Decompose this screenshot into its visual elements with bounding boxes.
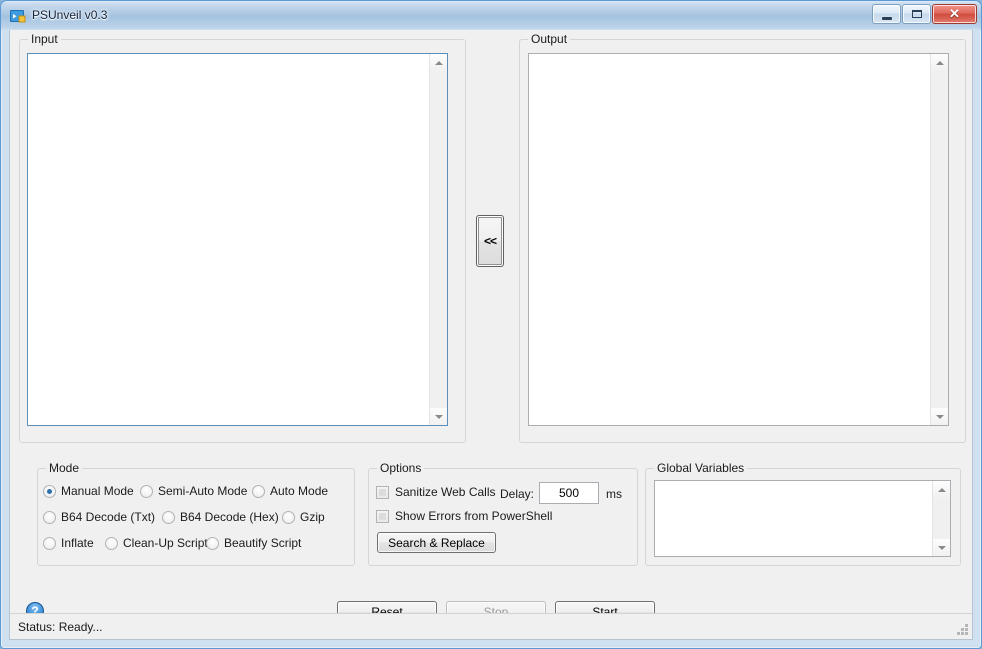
mode-radio-inflate[interactable]: Inflate <box>43 536 94 550</box>
mode-radio-label: Gzip <box>300 510 325 524</box>
radio-icon <box>43 510 56 524</box>
option-show-errors-from-powershell[interactable]: Show Errors from PowerShell <box>376 509 552 523</box>
mode-radio-label: Auto Mode <box>270 484 329 498</box>
search-replace-label: Search & Replace <box>388 535 485 550</box>
global-variables-textarea[interactable] <box>654 480 951 557</box>
radio-icon <box>162 510 175 524</box>
global-variables-scroll-up-button[interactable] <box>933 481 950 498</box>
mode-radio-label: B64 Decode (Txt) <box>61 510 156 524</box>
delay-input[interactable]: 500 <box>539 482 599 504</box>
transfer-left-button[interactable]: << <box>476 215 504 267</box>
input-textarea[interactable] <box>27 53 448 426</box>
output-text-content[interactable] <box>529 54 931 425</box>
input-scrollbar-track[interactable] <box>430 71 447 408</box>
scroll-down-arrow-icon <box>937 545 946 550</box>
radio-icon <box>252 484 265 498</box>
input-group-label: Input <box>28 32 61 46</box>
status-text: Status: Ready... <box>18 620 103 634</box>
resize-grip-icon[interactable] <box>956 623 969 636</box>
window-title: PSUnveil v0.3 <box>32 8 108 22</box>
global-variables-scrollbar-track[interactable] <box>933 498 950 539</box>
output-group-label: Output <box>528 32 571 46</box>
close-button[interactable]: ✕ <box>932 4 977 24</box>
scroll-up-arrow-icon <box>434 60 443 65</box>
checkbox-icon <box>376 485 389 499</box>
input-scrollbar[interactable] <box>429 54 447 425</box>
mode-radio-b64-decode-hex[interactable]: B64 Decode (Hex) <box>162 510 279 524</box>
global-variables-scroll-down-button[interactable] <box>933 539 950 556</box>
status-bar: Status: Ready... <box>10 613 972 639</box>
mode-radio-beautify-script[interactable]: Beautify Script <box>206 536 301 550</box>
app-icon <box>10 8 26 24</box>
psunveil-window: PSUnveil v0.3 ✕ Input << Output Mode Man… <box>0 0 982 649</box>
radio-icon <box>282 510 295 524</box>
scroll-up-arrow-icon <box>937 487 946 492</box>
output-scroll-down-button[interactable] <box>931 408 948 425</box>
mode-radio-label: Manual Mode <box>61 484 134 498</box>
input-scroll-down-button[interactable] <box>430 408 447 425</box>
close-icon: ✕ <box>949 6 960 21</box>
mode-radio-semi-auto-mode[interactable]: Semi-Auto Mode <box>140 484 247 498</box>
mode-radio-manual-mode[interactable]: Manual Mode <box>43 484 134 498</box>
option-sanitize-web-calls[interactable]: Sanitize Web Calls <box>376 485 496 499</box>
mode-radio-label: Beautify Script <box>224 536 302 550</box>
options-group-label: Options <box>377 461 425 475</box>
minimize-button[interactable] <box>872 4 901 24</box>
input-scroll-up-button[interactable] <box>430 54 447 71</box>
search-replace-button[interactable]: Search & Replace <box>377 532 496 553</box>
maximize-button[interactable] <box>902 4 931 24</box>
mode-radio-label: Inflate <box>61 536 94 550</box>
delay-label: Delay: <box>500 487 535 501</box>
radio-icon <box>206 536 219 550</box>
mode-radio-clean-up-script[interactable]: Clean-Up Script <box>105 536 208 550</box>
radio-icon <box>43 536 56 550</box>
mode-radio-label: Semi-Auto Mode <box>158 484 248 498</box>
radio-icon <box>140 484 153 498</box>
checkbox-icon <box>376 509 389 523</box>
window-controls: ✕ <box>872 4 977 24</box>
scroll-down-arrow-icon <box>935 414 944 419</box>
option-label: Show Errors from PowerShell <box>395 509 553 523</box>
global-variables-group-label: Global Variables <box>654 461 748 475</box>
client-area: Input << Output Mode Manual Mode Semi-Au… <box>9 30 973 640</box>
transfer-left-label: << <box>483 234 497 248</box>
option-label: Sanitize Web Calls <box>395 485 496 499</box>
title-bar[interactable]: PSUnveil v0.3 ✕ <box>1 1 981 30</box>
mode-radio-b64-decode-txt[interactable]: B64 Decode (Txt) <box>43 510 155 524</box>
output-scrollbar-track[interactable] <box>931 71 948 408</box>
delay-unit-label: ms <box>606 487 622 501</box>
scroll-down-arrow-icon <box>434 414 443 419</box>
global-variables-scrollbar[interactable] <box>932 481 950 556</box>
radio-icon <box>105 536 118 550</box>
mode-radio-auto-mode[interactable]: Auto Mode <box>252 484 328 498</box>
global-variables-text-content[interactable] <box>655 481 933 556</box>
output-scrollbar[interactable] <box>930 54 948 425</box>
mode-radio-label: Clean-Up Script <box>123 536 208 550</box>
radio-icon <box>43 484 56 498</box>
mode-radio-gzip[interactable]: Gzip <box>282 510 325 524</box>
input-text-content[interactable] <box>28 54 430 425</box>
mode-group-label: Mode <box>46 461 83 475</box>
output-textarea[interactable] <box>528 53 949 426</box>
scroll-up-arrow-icon <box>935 60 944 65</box>
mode-radio-label: B64 Decode (Hex) <box>180 510 279 524</box>
output-scroll-up-button[interactable] <box>931 54 948 71</box>
